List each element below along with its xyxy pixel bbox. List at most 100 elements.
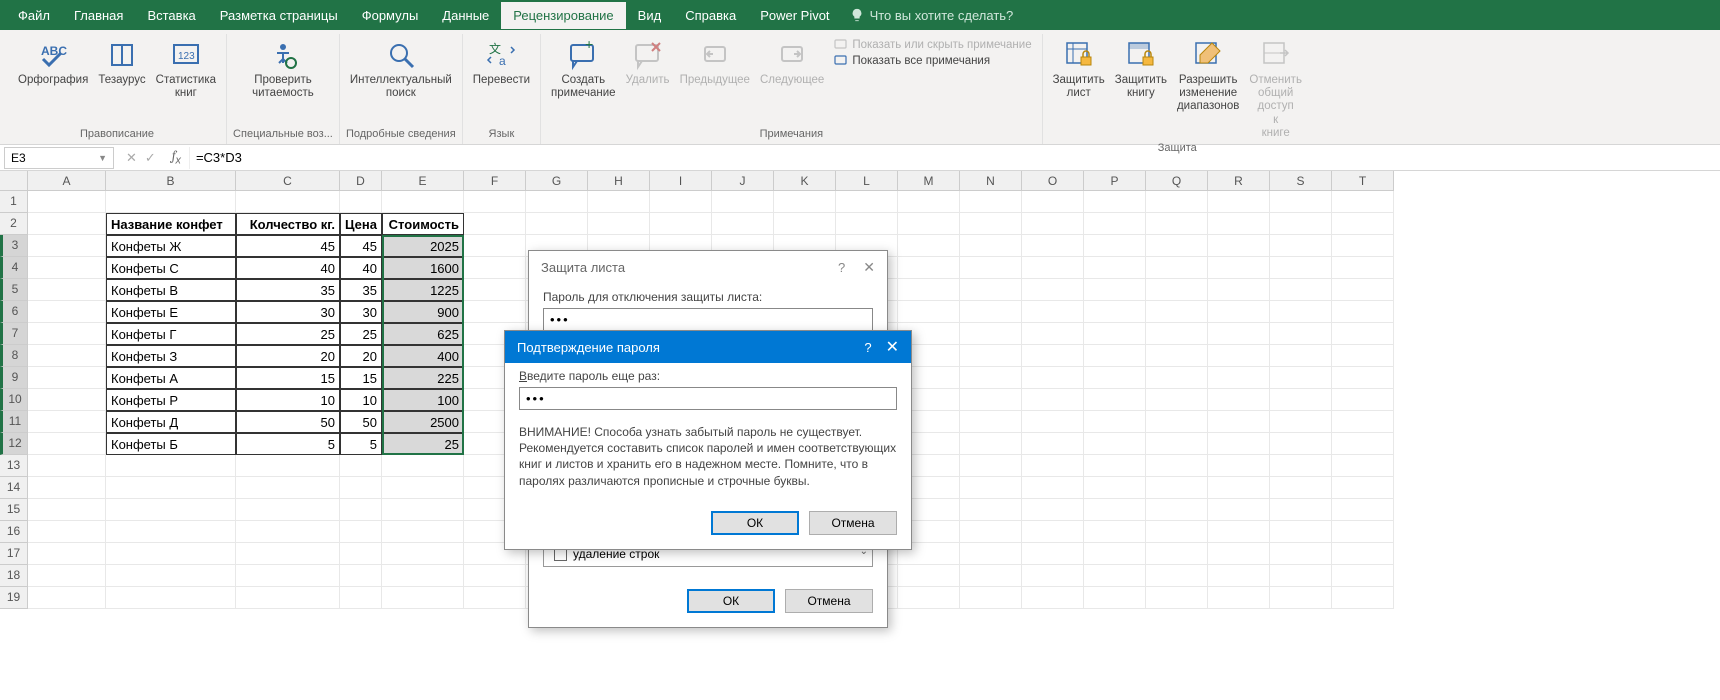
cell[interactable] <box>1270 587 1332 609</box>
cell[interactable] <box>340 477 382 499</box>
cell[interactable]: 225 <box>382 367 464 389</box>
cell[interactable] <box>1022 323 1084 345</box>
ribbon-small-item[interactable]: Показать все примечания <box>834 54 1031 68</box>
cell[interactable] <box>1270 543 1332 565</box>
column-header[interactable]: B <box>106 171 236 191</box>
cell[interactable] <box>1022 477 1084 499</box>
cell[interactable] <box>28 521 106 543</box>
cell[interactable] <box>106 191 236 213</box>
column-header[interactable]: R <box>1208 171 1270 191</box>
cell[interactable] <box>1146 279 1208 301</box>
cell[interactable] <box>106 499 236 521</box>
cell[interactable]: Стоимость <box>382 213 464 235</box>
cell[interactable] <box>650 191 712 213</box>
cell[interactable] <box>960 301 1022 323</box>
cell[interactable] <box>464 587 526 609</box>
cell[interactable] <box>1022 367 1084 389</box>
cell[interactable] <box>1022 433 1084 455</box>
cell[interactable] <box>1146 191 1208 213</box>
dialog-help-icon[interactable]: ? <box>838 260 845 275</box>
column-header[interactable]: H <box>588 171 650 191</box>
column-header[interactable]: T <box>1332 171 1394 191</box>
cell[interactable] <box>960 521 1022 543</box>
cell[interactable] <box>960 477 1022 499</box>
menu-главная[interactable]: Главная <box>62 2 135 29</box>
cell[interactable] <box>1084 191 1146 213</box>
cell[interactable] <box>1270 389 1332 411</box>
cell[interactable] <box>1208 499 1270 521</box>
cell[interactable]: 100 <box>382 389 464 411</box>
cell[interactable] <box>960 279 1022 301</box>
cell[interactable] <box>960 499 1022 521</box>
formula-input[interactable]: =C3*D3 <box>189 147 1720 169</box>
cell[interactable] <box>1084 213 1146 235</box>
cell[interactable] <box>28 213 106 235</box>
cell[interactable] <box>1084 543 1146 565</box>
cell[interactable] <box>1022 235 1084 257</box>
cell[interactable] <box>650 213 712 235</box>
menu-рецензирование[interactable]: Рецензирование <box>501 2 625 29</box>
column-header[interactable]: Q <box>1146 171 1208 191</box>
cell[interactable] <box>28 455 106 477</box>
cell[interactable]: Название конфет <box>106 213 236 235</box>
cell[interactable] <box>1270 279 1332 301</box>
cell[interactable] <box>960 565 1022 587</box>
cancel-button[interactable]: Отмена <box>785 589 873 613</box>
row-header[interactable]: 4 <box>0 257 28 279</box>
row-header[interactable]: 1 <box>0 191 28 213</box>
cell[interactable] <box>1022 301 1084 323</box>
cell[interactable] <box>1022 279 1084 301</box>
menu-вставка[interactable]: Вставка <box>135 2 207 29</box>
cell[interactable] <box>1146 565 1208 587</box>
cell[interactable] <box>236 587 340 609</box>
cell[interactable]: 25 <box>340 323 382 345</box>
row-header[interactable]: 16 <box>0 521 28 543</box>
column-header[interactable]: A <box>28 171 106 191</box>
cell[interactable] <box>960 587 1022 609</box>
cell[interactable] <box>236 455 340 477</box>
cell[interactable] <box>28 543 106 565</box>
cell[interactable] <box>1146 433 1208 455</box>
cell[interactable] <box>1208 521 1270 543</box>
cell[interactable]: Конфеты Ж <box>106 235 236 257</box>
cell[interactable] <box>1022 345 1084 367</box>
cell[interactable] <box>28 191 106 213</box>
menu-файл[interactable]: Файл <box>6 2 62 29</box>
cell[interactable] <box>1270 235 1332 257</box>
cell[interactable] <box>1332 367 1394 389</box>
cell[interactable] <box>1332 191 1394 213</box>
menu-справка[interactable]: Справка <box>673 2 748 29</box>
cell[interactable] <box>382 499 464 521</box>
cell[interactable]: 15 <box>236 367 340 389</box>
row-header[interactable]: 10 <box>0 389 28 411</box>
cell[interactable] <box>340 521 382 543</box>
row-header[interactable]: 15 <box>0 499 28 521</box>
cell[interactable] <box>340 543 382 565</box>
cell[interactable] <box>1022 521 1084 543</box>
cell[interactable] <box>236 191 340 213</box>
cell[interactable] <box>1084 587 1146 609</box>
cell[interactable]: 400 <box>382 345 464 367</box>
row-header[interactable]: 11 <box>0 411 28 433</box>
cell[interactable]: Конфеты А <box>106 367 236 389</box>
cell[interactable] <box>236 499 340 521</box>
cell[interactable] <box>340 455 382 477</box>
cell[interactable] <box>898 257 960 279</box>
cell[interactable] <box>1332 499 1394 521</box>
smart-lookup-button[interactable]: Интеллектуальныйпоиск <box>346 36 456 102</box>
cell[interactable] <box>960 213 1022 235</box>
cell[interactable]: 1225 <box>382 279 464 301</box>
cell[interactable] <box>1022 257 1084 279</box>
cell[interactable] <box>382 477 464 499</box>
cell[interactable] <box>960 257 1022 279</box>
cell[interactable]: 5 <box>236 433 340 455</box>
cell[interactable]: 25 <box>236 323 340 345</box>
cell[interactable] <box>1332 521 1394 543</box>
cell[interactable] <box>106 455 236 477</box>
cell[interactable] <box>1208 543 1270 565</box>
row-header[interactable]: 8 <box>0 345 28 367</box>
cell[interactable] <box>1208 411 1270 433</box>
cell[interactable] <box>712 213 774 235</box>
cell[interactable] <box>1084 521 1146 543</box>
cell[interactable] <box>1332 389 1394 411</box>
